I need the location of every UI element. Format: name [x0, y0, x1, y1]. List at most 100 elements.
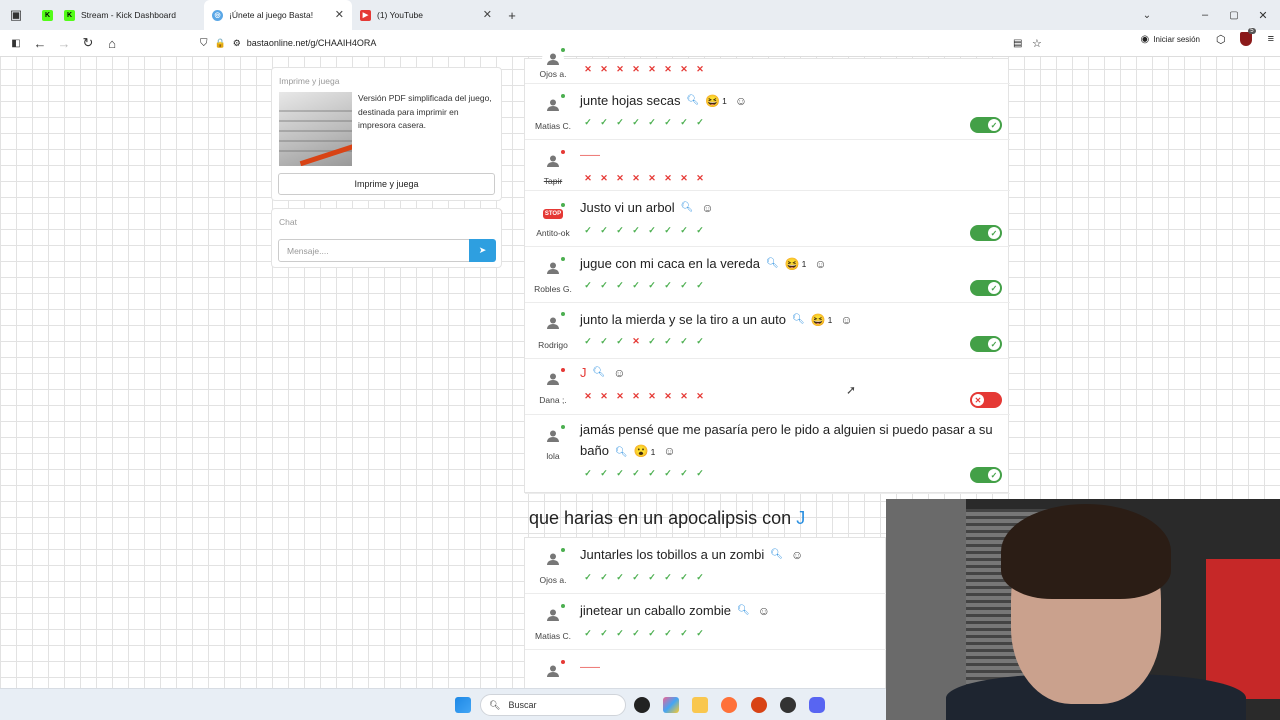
vote-ok-icon: ✓	[696, 468, 704, 478]
vote-ok-icon: ✓	[632, 468, 640, 478]
chevron-down-icon[interactable]: ⌄	[1135, 3, 1159, 27]
validity-toggle[interactable]: ✓	[970, 467, 1002, 483]
send-icon[interactable]: ➤	[469, 239, 496, 262]
vote-ok-icon: ✓	[664, 336, 672, 346]
close-icon[interactable]: ✕	[483, 8, 492, 21]
tab-overview-icon[interactable]: ▣	[4, 3, 28, 27]
firefox-icon[interactable]	[721, 697, 737, 713]
print-panel: Imprime y juega Versión PDF simplificada…	[271, 67, 502, 201]
validity-toggle[interactable]: ✓	[970, 280, 1002, 296]
question-title: que harias en un apocalipsis con J	[529, 508, 805, 529]
add-reaction-icon[interactable]: ☺	[663, 444, 675, 458]
sidebar-icon[interactable]: ◧	[4, 31, 28, 55]
vote-ok-icon: ✓	[648, 572, 656, 582]
search-icon[interactable]: 🔍︎	[593, 367, 606, 378]
search-icon[interactable]: 🔍︎	[766, 258, 779, 269]
account-icon[interactable]: ◉	[1141, 34, 1150, 45]
answer-text: junte hojas secas 🔍︎ 😆 1 ☺	[580, 93, 747, 108]
reaction-emoji[interactable]: 😮	[634, 444, 649, 458]
extensions-icon[interactable]: ⬡	[1216, 33, 1226, 46]
votes: ✓ ✓ ✓ ✓ ✓ ✓ ✓ ✓	[583, 468, 705, 478]
bookmark-star-icon[interactable]: ☆	[1032, 37, 1042, 50]
reaction-count: 1	[801, 258, 807, 269]
back-icon[interactable]: ←	[28, 31, 52, 55]
search-icon[interactable]: 🔍︎	[681, 202, 694, 213]
add-reaction-icon[interactable]: ☺	[840, 313, 852, 327]
tab-kick-dashboard[interactable]: K Stream - Kick Dashboard	[56, 0, 204, 30]
search-icon[interactable]: 🔍︎	[686, 95, 699, 106]
home-icon[interactable]: ⌂	[100, 31, 124, 55]
validity-toggle[interactable]: ✓	[970, 336, 1002, 352]
discord-icon[interactable]	[809, 697, 825, 713]
question-letter: J	[796, 508, 806, 528]
youtube-icon: ▶	[360, 9, 371, 21]
vote-reject-icon: ✕	[648, 64, 656, 74]
vote-ok-icon: ✓	[600, 280, 608, 290]
app-icon[interactable]	[634, 697, 650, 713]
reaction-emoji[interactable]: 😆	[811, 313, 826, 327]
add-reaction-icon[interactable]: ☺	[791, 548, 803, 562]
windows-start-icon[interactable]	[455, 697, 471, 713]
minimize-icon[interactable]: –	[1193, 3, 1217, 27]
vote-ok-icon: ✓	[584, 572, 592, 582]
vote-ok-icon: ✓	[616, 117, 624, 127]
vote-ok-icon: ✓	[632, 628, 640, 638]
add-reaction-icon[interactable]: ☺	[735, 94, 747, 108]
search-icon[interactable]: 🔍︎	[792, 314, 805, 325]
add-reaction-icon[interactable]: ☺	[758, 604, 770, 618]
vote-ok-icon: ✓	[696, 628, 704, 638]
reload-icon[interactable]: ↻	[76, 31, 100, 55]
taskbar-search[interactable]: 🔍︎ Buscar	[480, 694, 626, 716]
vote-ok-icon: ✓	[696, 336, 704, 346]
chat-input[interactable]: Mensaje....	[278, 239, 470, 262]
votes: ✓ ✓ ✓ ✓ ✓ ✓ ✓ ✓	[583, 628, 705, 638]
add-reaction-icon[interactable]: ☺	[613, 366, 625, 380]
file-explorer-icon[interactable]	[692, 697, 708, 713]
forward-icon[interactable]: →	[52, 31, 76, 55]
vote-ok-icon: ✓	[680, 628, 688, 638]
reaction-emoji[interactable]: 😆	[785, 257, 800, 271]
obs-icon[interactable]	[780, 697, 796, 713]
vote-ok-icon: ✓	[600, 225, 608, 235]
ublock-icon[interactable]: 5	[1239, 28, 1256, 46]
menu-icon[interactable]: ≡	[1268, 33, 1274, 45]
tab-kick[interactable]: K	[34, 0, 56, 30]
answer-row: Tapir —— ✕ ✕ ✕ ✕ ✕ ✕ ✕ ✕	[525, 140, 1010, 191]
vote-reject-icon: ✕	[696, 64, 704, 74]
reader-icon[interactable]: ▤	[1013, 38, 1022, 49]
vote-ok-icon: ✓	[616, 572, 624, 582]
print-button[interactable]: Imprime y juega	[278, 173, 495, 195]
sign-in-button[interactable]: Iniciar sesión	[1153, 35, 1200, 44]
browser-icon[interactable]	[751, 697, 767, 713]
vote-ok-icon: ✓	[648, 628, 656, 638]
new-tab-icon[interactable]: +	[500, 3, 524, 27]
add-reaction-icon[interactable]: ☺	[701, 201, 713, 215]
validity-toggle[interactable]: ✕	[970, 392, 1002, 408]
votes: ✕ ✕ ✕ ✕ ✕ ✕ ✕ ✕	[583, 173, 705, 183]
tab-youtube[interactable]: ▶ (1) YouTube ✕	[352, 0, 500, 30]
address-bar[interactable]: ⛉ 🔒 ⚙ bastaonline.net/g/CHAAIH4ORA ▤ ☆	[200, 32, 1050, 54]
question-text: que harias en un apocalipsis con	[529, 508, 792, 528]
validity-toggle[interactable]: ✓	[970, 225, 1002, 241]
search-icon[interactable]: 🔍︎	[615, 447, 628, 458]
lock-icon: 🔒	[214, 37, 226, 48]
tab-basta[interactable]: ◎ ¡Únete al juego Basta! ✕	[204, 0, 352, 30]
search-icon[interactable]: 🔍︎	[770, 549, 783, 560]
url-text: bastaonline.net/g/CHAAIH4ORA	[246, 38, 377, 48]
reaction-emoji[interactable]: 😆	[705, 94, 720, 108]
add-reaction-icon[interactable]: ☺	[814, 257, 826, 271]
validity-toggle[interactable]: ✓	[970, 117, 1002, 133]
user-name: Tapir	[543, 176, 563, 186]
search-icon[interactable]: 🔍︎	[737, 605, 750, 616]
close-window-icon[interactable]: ✕	[1251, 3, 1275, 27]
answer-text: ——	[580, 150, 600, 161]
kick-icon: K	[42, 9, 53, 21]
votes: ✓ ✓ ✓ ✓ ✓ ✓ ✓ ✓	[583, 117, 705, 127]
vote-reject-icon: ✕	[648, 391, 656, 401]
user-name: Ojos a.	[539, 575, 567, 585]
close-icon[interactable]: ✕	[335, 8, 344, 21]
vote-reject-icon: ✕	[680, 391, 688, 401]
copilot-icon[interactable]	[663, 697, 679, 713]
vote-ok-icon: ✓	[584, 628, 592, 638]
maximize-icon[interactable]: ▢	[1222, 3, 1246, 27]
